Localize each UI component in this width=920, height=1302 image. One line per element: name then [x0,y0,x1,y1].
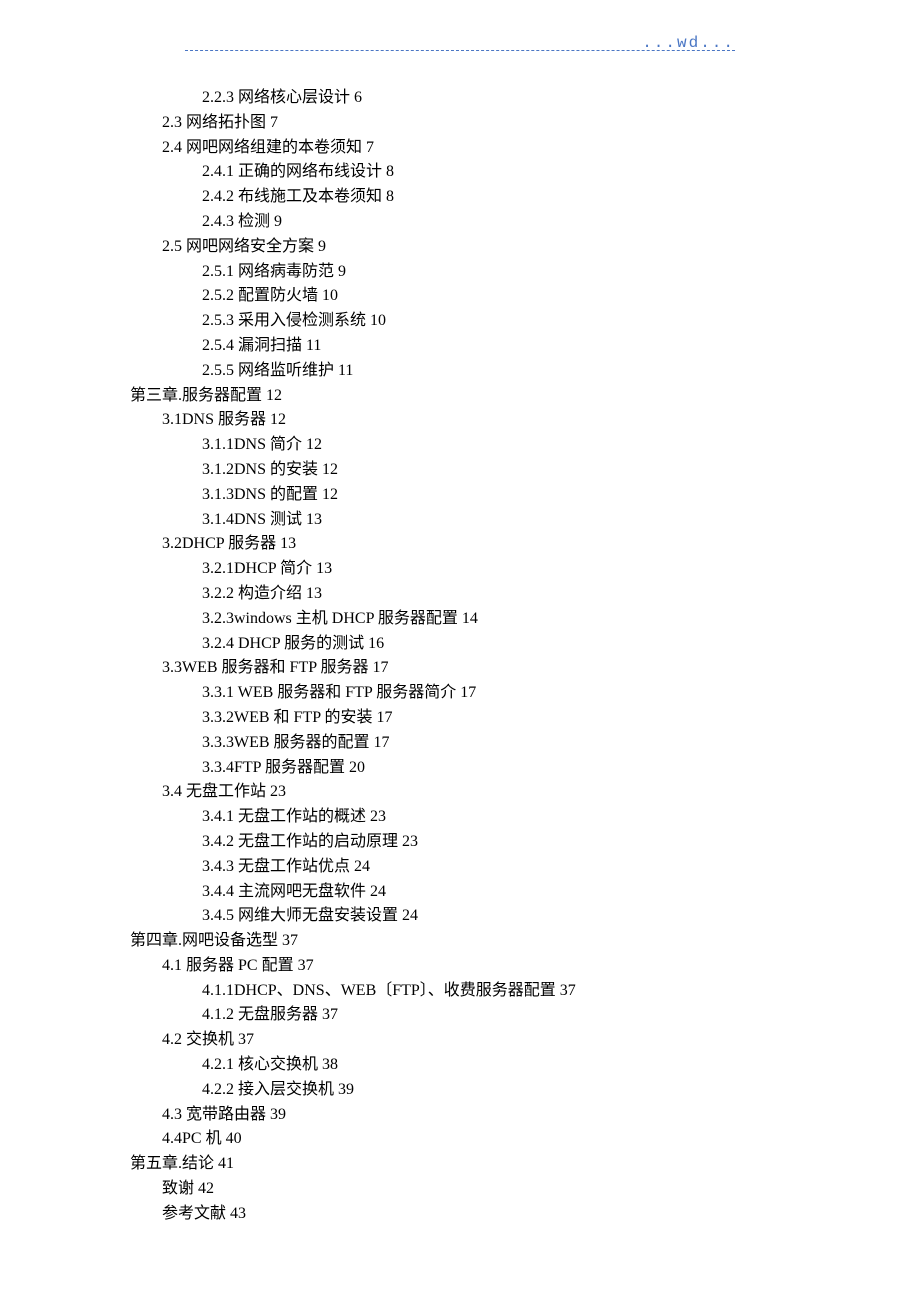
toc-entry: 3.4.3 无盘工作站优点 24 [202,855,735,880]
table-of-contents: 2.2.3 网络核心层设计 62.3 网络拓扑图 72.4 网吧网络组建的本卷须… [130,86,735,1227]
toc-entry: 2.4.3 检测 9 [202,210,735,235]
toc-entry: 3.4.1 无盘工作站的概述 23 [202,805,735,830]
toc-entry: 2.4.2 布线施工及本卷须知 8 [202,185,735,210]
toc-entry: 3.1.3DNS 的配置 12 [202,483,735,508]
toc-entry: 2.4.1 正确的网络布线设计 8 [202,160,735,185]
toc-entry: 3.4 无盘工作站 23 [162,780,735,805]
document-page: ...wd... 2.2.3 网络核心层设计 62.3 网络拓扑图 72.4 网… [0,0,920,1287]
toc-entry: 4.1.1DHCP、DNS、WEB〔FTP〕、收费服务器配置 37 [202,979,735,1004]
toc-entry: 4.2.1 核心交换机 38 [202,1053,735,1078]
toc-entry: 3.2DHCP 服务器 13 [162,532,735,557]
toc-entry: 4.1.2 无盘服务器 37 [202,1003,735,1028]
toc-entry: 参考文献 43 [162,1202,735,1227]
toc-entry: 3.4.2 无盘工作站的启动原理 23 [202,830,735,855]
toc-entry: 2.5.3 采用入侵检测系统 10 [202,309,735,334]
toc-entry: 3.3.3WEB 服务器的配置 17 [202,731,735,756]
toc-entry: 3.3.1 WEB 服务器和 FTP 服务器简介 17 [202,681,735,706]
toc-entry: 3.2.4 DHCP 服务的测试 16 [202,632,735,657]
toc-entry: 2.3 网络拓扑图 7 [162,111,735,136]
toc-entry: 2.5 网吧网络安全方案 9 [162,235,735,260]
toc-entry: 4.1 服务器 PC 配置 37 [162,954,735,979]
toc-entry: 2.5.1 网络病毒防范 9 [202,260,735,285]
toc-entry: 3.4.5 网维大师无盘安装设置 24 [202,904,735,929]
toc-entry: 3.2.2 构造介绍 13 [202,582,735,607]
header-text: ...wd... [642,31,735,56]
toc-entry: 4.3 宽带路由器 39 [162,1103,735,1128]
toc-entry: 3.4.4 主流网吧无盘软件 24 [202,880,735,905]
toc-entry: 3.2.3windows 主机 DHCP 服务器配置 14 [202,607,735,632]
header-divider: ...wd... [185,50,735,51]
toc-entry: 2.5.2 配置防火墙 10 [202,284,735,309]
toc-entry: 4.2.2 接入层交换机 39 [202,1078,735,1103]
toc-entry: 3.3WEB 服务器和 FTP 服务器 17 [162,656,735,681]
toc-entry: 第三章.服务器配置 12 [130,384,735,409]
toc-entry: 3.2.1DHCP 简介 13 [202,557,735,582]
toc-entry: 3.3.2WEB 和 FTP 的安装 17 [202,706,735,731]
toc-entry: 3.1.1DNS 简介 12 [202,433,735,458]
toc-entry: 第四章.网吧设备选型 37 [130,929,735,954]
toc-entry: 2.5.4 漏洞扫描 11 [202,334,735,359]
toc-entry: 3.1.4DNS 测试 13 [202,508,735,533]
toc-entry: 3.1.2DNS 的安装 12 [202,458,735,483]
toc-entry: 2.5.5 网络监听维护 11 [202,359,735,384]
toc-entry: 3.1DNS 服务器 12 [162,408,735,433]
toc-entry: 4.2 交换机 37 [162,1028,735,1053]
toc-entry: 3.3.4FTP 服务器配置 20 [202,756,735,781]
toc-entry: 2.4 网吧网络组建的本卷须知 7 [162,136,735,161]
toc-entry: 4.4PC 机 40 [162,1127,735,1152]
toc-entry: 致谢 42 [162,1177,735,1202]
toc-entry: 第五章.结论 41 [130,1152,735,1177]
toc-entry: 2.2.3 网络核心层设计 6 [202,86,735,111]
